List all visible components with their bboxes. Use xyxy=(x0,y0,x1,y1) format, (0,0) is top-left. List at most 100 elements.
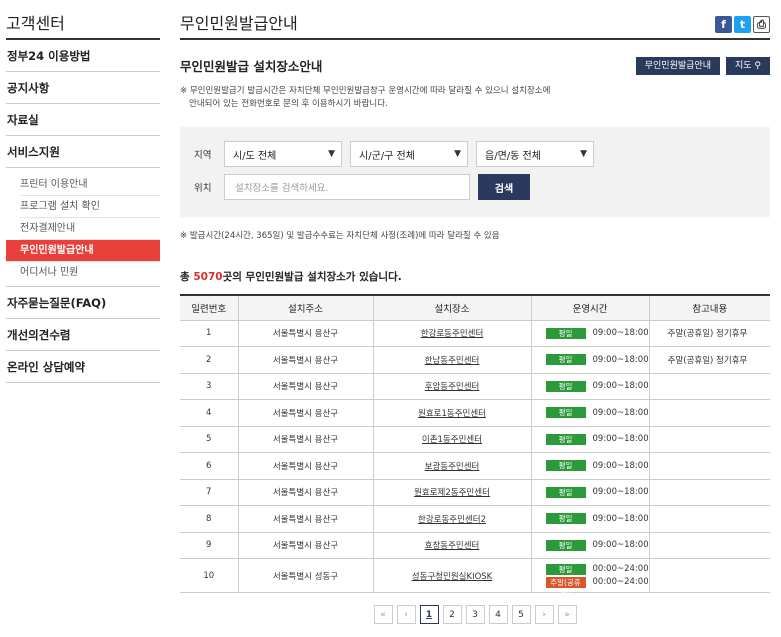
next-page-button[interactable]: › xyxy=(534,605,554,624)
row-place-link[interactable]: 이촌1동주민센터 xyxy=(372,425,532,453)
row-place-link[interactable]: 원효로제2동주민센터 xyxy=(372,478,532,506)
sidebar-subitem-printer[interactable]: 프린터 이용안내 xyxy=(20,174,160,196)
hours-text: 09:00~18:00 xyxy=(592,381,649,392)
row-place-link[interactable]: 성동구청민원실KIOSK xyxy=(372,558,532,593)
hours-text: 09:00~18:00 xyxy=(592,434,649,445)
weekday-tag: 평일 xyxy=(545,407,586,419)
col-place: 설치장소 xyxy=(372,295,532,321)
notice: ※ 무인민원발급기 발급시간은 자치단체 무인민원발급창구 운영시간에 따라 달… xyxy=(180,85,770,111)
weekday-tag: 평일 xyxy=(545,513,586,525)
facebook-icon[interactable]: f xyxy=(715,16,732,33)
page-1-button[interactable]: 1 xyxy=(419,605,439,624)
main-content: 무인민원발급안내 f t ⎙ 무인민원발급 설치장소안내 무인민원발급안내 지도… xyxy=(180,6,770,624)
first-page-button[interactable]: « xyxy=(373,605,393,624)
chevron-down-icon: ▼ xyxy=(454,149,461,159)
prev-page-button[interactable]: ‹ xyxy=(396,605,416,624)
eupmyeondong-select[interactable]: 읍/면/동 전체 ▼ xyxy=(476,141,594,167)
weekday-tag: 평일 xyxy=(545,486,586,498)
row-place-link[interactable]: 보광동주민센터 xyxy=(372,452,532,480)
col-note: 참고내용 xyxy=(648,295,770,321)
total-number: 5070 xyxy=(193,271,223,283)
page-3-button[interactable]: 3 xyxy=(465,605,485,624)
sidebar-item-faq[interactable]: 자주묻는질문(FAQ) xyxy=(6,287,160,319)
sidebar-item-guide[interactable]: 정부24 이용방법 xyxy=(6,40,160,72)
search-button[interactable]: 검색 xyxy=(478,174,530,200)
table-row: 10 서울특별시 성동구 성동구청민원실KIOSK 평일 00:00~24:00 주말(공… xyxy=(180,558,770,598)
region-row: 지역 시/도 전체 ▼ 시/군/구 전체 ▼ 읍/면/동 전체 ▼ xyxy=(194,141,756,167)
table-row: 2 서울특별시 용산구 한남동주민센터 평일 09:00~18:00 주말(공휴일) 정기… xyxy=(180,346,770,374)
row-place-link[interactable]: 후암동주민센터 xyxy=(372,372,532,400)
sido-select[interactable]: 시/도 전체 ▼ xyxy=(224,141,342,167)
weekday-tag: 평일 xyxy=(545,327,586,339)
row-hours: 평일 09:00~18:00 xyxy=(530,425,650,453)
row-place-link[interactable]: 한강로동주민센터 xyxy=(372,319,532,347)
row-note xyxy=(648,558,770,593)
chevron-down-icon: ▼ xyxy=(580,149,587,159)
sidebar-item-notice[interactable]: 공지사항 xyxy=(6,72,160,104)
row-hours: 평일 09:00~18:00 xyxy=(530,346,650,374)
kiosk-table: 일련번호 설치주소 설치장소 운영시간 참고내용 1 서울특별시 용산구 한강로동주… xyxy=(180,294,770,598)
row-note xyxy=(648,399,770,427)
page-4-button[interactable]: 4 xyxy=(488,605,508,624)
sidebar-subitem-program-check[interactable]: 프로그램 설치 확인 xyxy=(20,196,160,218)
location-row: 위치 설치장소를 검색하세요. 검색 xyxy=(194,174,756,200)
sidebar-subitem-anywhere[interactable]: 어디서나 민원 xyxy=(20,262,160,284)
share-buttons: f t ⎙ xyxy=(715,16,770,33)
col-address: 설치주소 xyxy=(237,295,374,321)
col-hours: 운영시간 xyxy=(530,295,650,321)
sigungu-select[interactable]: 시/군/구 전체 ▼ xyxy=(350,141,468,167)
twitter-icon[interactable]: t xyxy=(734,16,751,33)
table-row: 4 서울특별시 용산구 원효로1동주민센터 평일 09:00~18:00 xyxy=(180,399,770,427)
search-box: 지역 시/도 전체 ▼ 시/군/구 전체 ▼ 읍/면/동 전체 ▼ 위치 설치장소를 … xyxy=(180,127,770,217)
table-row: 7 서울특별시 용산구 원효로제2동주민센터 평일 09:00~18:00 xyxy=(180,478,770,506)
hours-line: 평일 09:00~18:00 xyxy=(545,354,649,366)
notice-line-2: 안내되어 있는 전화번호로 문의 후 이용하시기 바랍니다. xyxy=(189,99,388,109)
map-button[interactable]: 지도 ⚲ xyxy=(725,56,770,75)
row-hours: 평일 09:00~18:00 xyxy=(530,372,650,400)
row-no: 2 xyxy=(180,346,239,374)
notice-line-1: ※ 무인민원발급기 발급시간은 자치단체 무인민원발급창구 운영시간에 따라 달… xyxy=(180,86,551,96)
total-suffix: 곳의 무인민원발급 설치장소가 있습니다. xyxy=(222,271,402,283)
hours-text: 09:00~18:00 xyxy=(592,460,649,471)
sidebar-item-service-support[interactable]: 서비스지원 xyxy=(6,136,160,168)
location-search-input[interactable]: 설치장소를 검색하세요. xyxy=(224,174,470,200)
hours-text: 09:00~18:00 xyxy=(592,407,649,418)
hours-text: 09:00~18:00 xyxy=(592,487,649,498)
row-no: 5 xyxy=(180,425,239,453)
row-place-link[interactable]: 한남동주민센터 xyxy=(372,346,532,374)
section-buttons: 무인민원발급안내 지도 ⚲ xyxy=(635,56,770,75)
sidebar-item-feedback[interactable]: 개선의견수렴 xyxy=(6,319,160,351)
row-place-link[interactable]: 한강로동주민센터2 xyxy=(372,505,532,533)
row-address: 서울특별시 용산구 xyxy=(237,505,374,533)
row-address: 서울특별시 성동구 xyxy=(237,558,374,593)
row-no: 6 xyxy=(180,452,239,480)
hours-text: 09:00~18:00 xyxy=(592,513,649,524)
kiosk-guide-button[interactable]: 무인민원발급안내 xyxy=(635,56,720,75)
page-2-button[interactable]: 2 xyxy=(442,605,462,624)
row-place-link[interactable]: 원효로1동주민센터 xyxy=(372,399,532,427)
page-5-button[interactable]: 5 xyxy=(511,605,531,624)
row-note xyxy=(648,452,770,480)
row-address: 서울특별시 용산구 xyxy=(237,531,374,559)
holiday-tag: 주말(공휴일) xyxy=(545,576,586,598)
print-icon[interactable]: ⎙ xyxy=(753,16,770,33)
sidebar-item-library[interactable]: 자료실 xyxy=(6,104,160,136)
sidebar-item-consult[interactable]: 온라인 상담예약 xyxy=(6,351,160,383)
total-count: 총 5070곳의 무인민원발급 설치장소가 있습니다. xyxy=(180,269,770,284)
row-address: 서울특별시 용산구 xyxy=(237,478,374,506)
row-note xyxy=(648,478,770,506)
row-address: 서울특별시 용산구 xyxy=(237,319,374,347)
last-page-button[interactable]: » xyxy=(557,605,577,624)
row-address: 서울특별시 용산구 xyxy=(237,399,374,427)
hours-line: 평일 09:00~18:00 xyxy=(545,380,649,392)
hours-line: 평일 09:00~18:00 xyxy=(545,460,649,472)
fee-notice: ※ 발급시간(24시간, 365일) 및 발급수수료는 자치단체 사정(조례)에… xyxy=(180,231,500,241)
row-place-link[interactable]: 효창동주민센터 xyxy=(372,531,532,559)
table-row: 3 서울특별시 용산구 후암동주민센터 평일 09:00~18:00 xyxy=(180,372,770,400)
sidebar-subitem-payment[interactable]: 전자결제안내 xyxy=(20,218,160,240)
table-row: 6 서울특별시 용산구 보광동주민센터 평일 09:00~18:00 xyxy=(180,452,770,480)
pagination: « ‹ 1 2 3 4 5 › » xyxy=(180,605,770,624)
weekday-tag: 평일 xyxy=(545,354,586,366)
sidebar-subitem-kiosk[interactable]: 무인민원발급안내 xyxy=(6,240,160,262)
row-note xyxy=(648,425,770,453)
